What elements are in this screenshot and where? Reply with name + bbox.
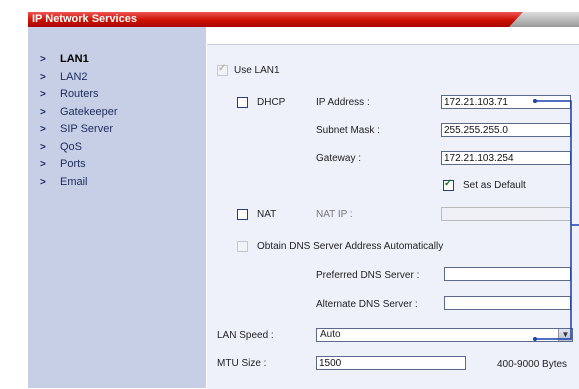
sidebar-item-label: QoS <box>60 140 83 153</box>
chevron-right-icon: > <box>40 159 46 171</box>
chevron-right-icon: > <box>40 141 46 153</box>
mtu-size-field[interactable] <box>316 356 466 370</box>
chevron-right-icon: > <box>40 89 46 101</box>
gateway-label: Gateway : <box>316 153 362 164</box>
sidebar-item-qos[interactable]: > QoS <box>28 139 117 157</box>
dhcp-checkbox[interactable] <box>237 97 248 108</box>
ip-address-label: IP Address : <box>316 97 370 108</box>
obtain-dns-label: Obtain DNS Server Address Automatically <box>257 241 444 252</box>
nat-checkbox[interactable] <box>237 209 248 220</box>
sidebar-item-routers[interactable]: > Routers <box>28 86 117 104</box>
sidebar: > LAN1 > LAN2 > Routers > Gatekeeper > S… <box>28 27 206 388</box>
mtu-range-hint: 400-9000 Bytes <box>497 359 568 370</box>
sidebar-item-gatekeeper[interactable]: > Gatekeeper <box>28 104 117 122</box>
mtu-size-label: MTU Size : <box>217 358 267 369</box>
chevron-right-icon: > <box>40 54 46 66</box>
chevron-right-icon: > <box>40 124 46 136</box>
subnet-mask-field[interactable] <box>441 123 571 137</box>
nat-ip-field[interactable] <box>441 207 571 221</box>
title-bar-tab <box>509 12 579 27</box>
set-as-default-label: Set as Default <box>463 180 526 191</box>
chevron-right-icon: > <box>40 106 46 118</box>
subnet-mask-label: Subnet Mask : <box>316 125 380 136</box>
sidebar-item-label: Ports <box>60 158 86 171</box>
sidebar-nav: > LAN1 > LAN2 > Routers > Gatekeeper > S… <box>28 51 117 191</box>
gateway-field[interactable] <box>441 151 571 165</box>
use-lan1-checkbox[interactable]: ✓ <box>217 63 228 76</box>
check-icon: ✓ <box>218 63 227 74</box>
sidebar-item-label: LAN2 <box>60 70 88 83</box>
set-as-default-checkbox[interactable]: ✓ <box>443 178 454 191</box>
nat-label: NAT <box>257 209 277 220</box>
check-icon: ✓ <box>444 178 453 189</box>
lan1-settings-panel: ✓ Use LAN1 DHCP IP Address : Subnet Mask… <box>207 44 579 389</box>
window-title-bar: IP Network Services <box>28 12 579 27</box>
use-lan1-label: Use LAN1 <box>234 65 280 76</box>
sidebar-item-label: LAN1 <box>60 53 89 66</box>
sidebar-item-label: Gatekeeper <box>60 105 118 118</box>
alternate-dns-label: Alternate DNS Server : <box>316 299 418 310</box>
sidebar-item-label: Email <box>60 175 88 188</box>
preferred-dns-field[interactable] <box>444 267 571 281</box>
obtain-dns-checkbox[interactable] <box>237 241 248 252</box>
lan-speed-value: Auto <box>320 329 341 340</box>
chevron-down-icon[interactable]: ▼ <box>558 329 572 341</box>
sidebar-item-lan2[interactable]: > LAN2 <box>28 69 117 87</box>
sidebar-item-ports[interactable]: > Ports <box>28 156 117 174</box>
lan-speed-select[interactable]: Auto ▼ <box>316 328 573 342</box>
chevron-right-icon: > <box>40 176 46 188</box>
chevron-right-icon: > <box>40 71 46 83</box>
sidebar-item-sip-server[interactable]: > SIP Server <box>28 121 117 139</box>
sidebar-item-lan1[interactable]: > LAN1 <box>28 51 117 69</box>
alternate-dns-field[interactable] <box>444 296 571 310</box>
lan-speed-label: LAN Speed : <box>217 330 274 341</box>
window-title: IP Network Services <box>32 13 137 25</box>
preferred-dns-label: Preferred DNS Server : <box>316 270 420 281</box>
sidebar-item-email[interactable]: > Email <box>28 174 117 192</box>
ip-address-field[interactable] <box>441 95 571 109</box>
sidebar-item-label: SIP Server <box>60 123 113 136</box>
nat-ip-label: NAT IP : <box>316 209 353 220</box>
sidebar-item-label: Routers <box>60 88 99 101</box>
dhcp-label: DHCP <box>257 97 286 108</box>
